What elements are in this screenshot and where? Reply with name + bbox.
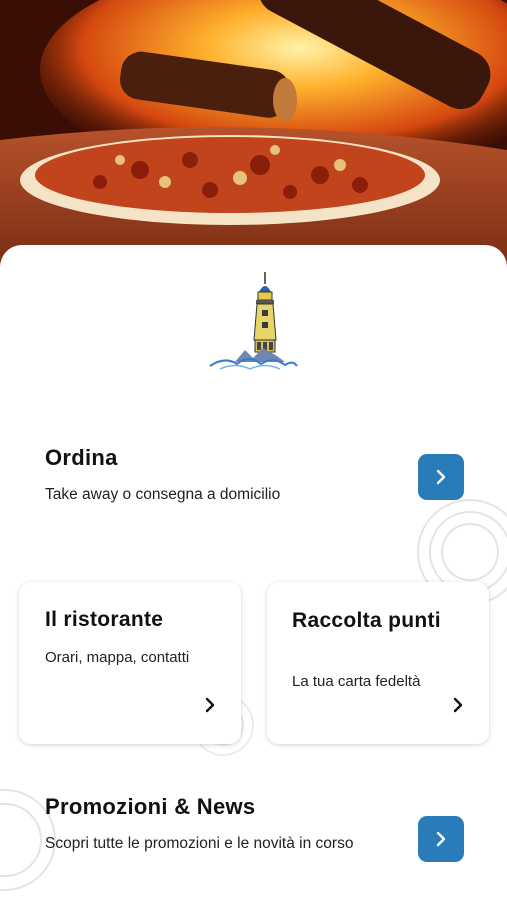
- ristorante-title: Il ristorante: [45, 608, 164, 631]
- ristorante-card[interactable]: Il ristorante Orari, mappa, contatti: [19, 582, 241, 744]
- chevron-right-icon: [436, 831, 446, 847]
- chevron-right-icon: [205, 697, 215, 713]
- chevron-right-icon: [453, 697, 463, 713]
- promo-title: Promozioni & News: [45, 794, 256, 819]
- hero-pizza-oven-image: [0, 0, 507, 270]
- raccolta-punti-title: Raccolta punti: [292, 609, 441, 632]
- lighthouse-logo: [209, 272, 298, 370]
- ordina-subtitle: Take away o consegna a domicilio: [45, 486, 281, 503]
- promo-subtitle: Scopri tutte le promozioni e le novità i…: [45, 835, 354, 852]
- ordina-button[interactable]: [418, 454, 464, 500]
- ordina-title: Ordina: [45, 445, 118, 470]
- chevron-right-icon: [436, 469, 446, 485]
- raccolta-punti-subtitle: La tua carta fedeltà: [292, 673, 421, 690]
- hero-illustration: [0, 0, 507, 270]
- raccolta-punti-card[interactable]: Raccolta punti La tua carta fedeltà: [267, 582, 489, 744]
- ristorante-subtitle: Orari, mappa, contatti: [45, 649, 190, 666]
- promo-button[interactable]: [418, 816, 464, 862]
